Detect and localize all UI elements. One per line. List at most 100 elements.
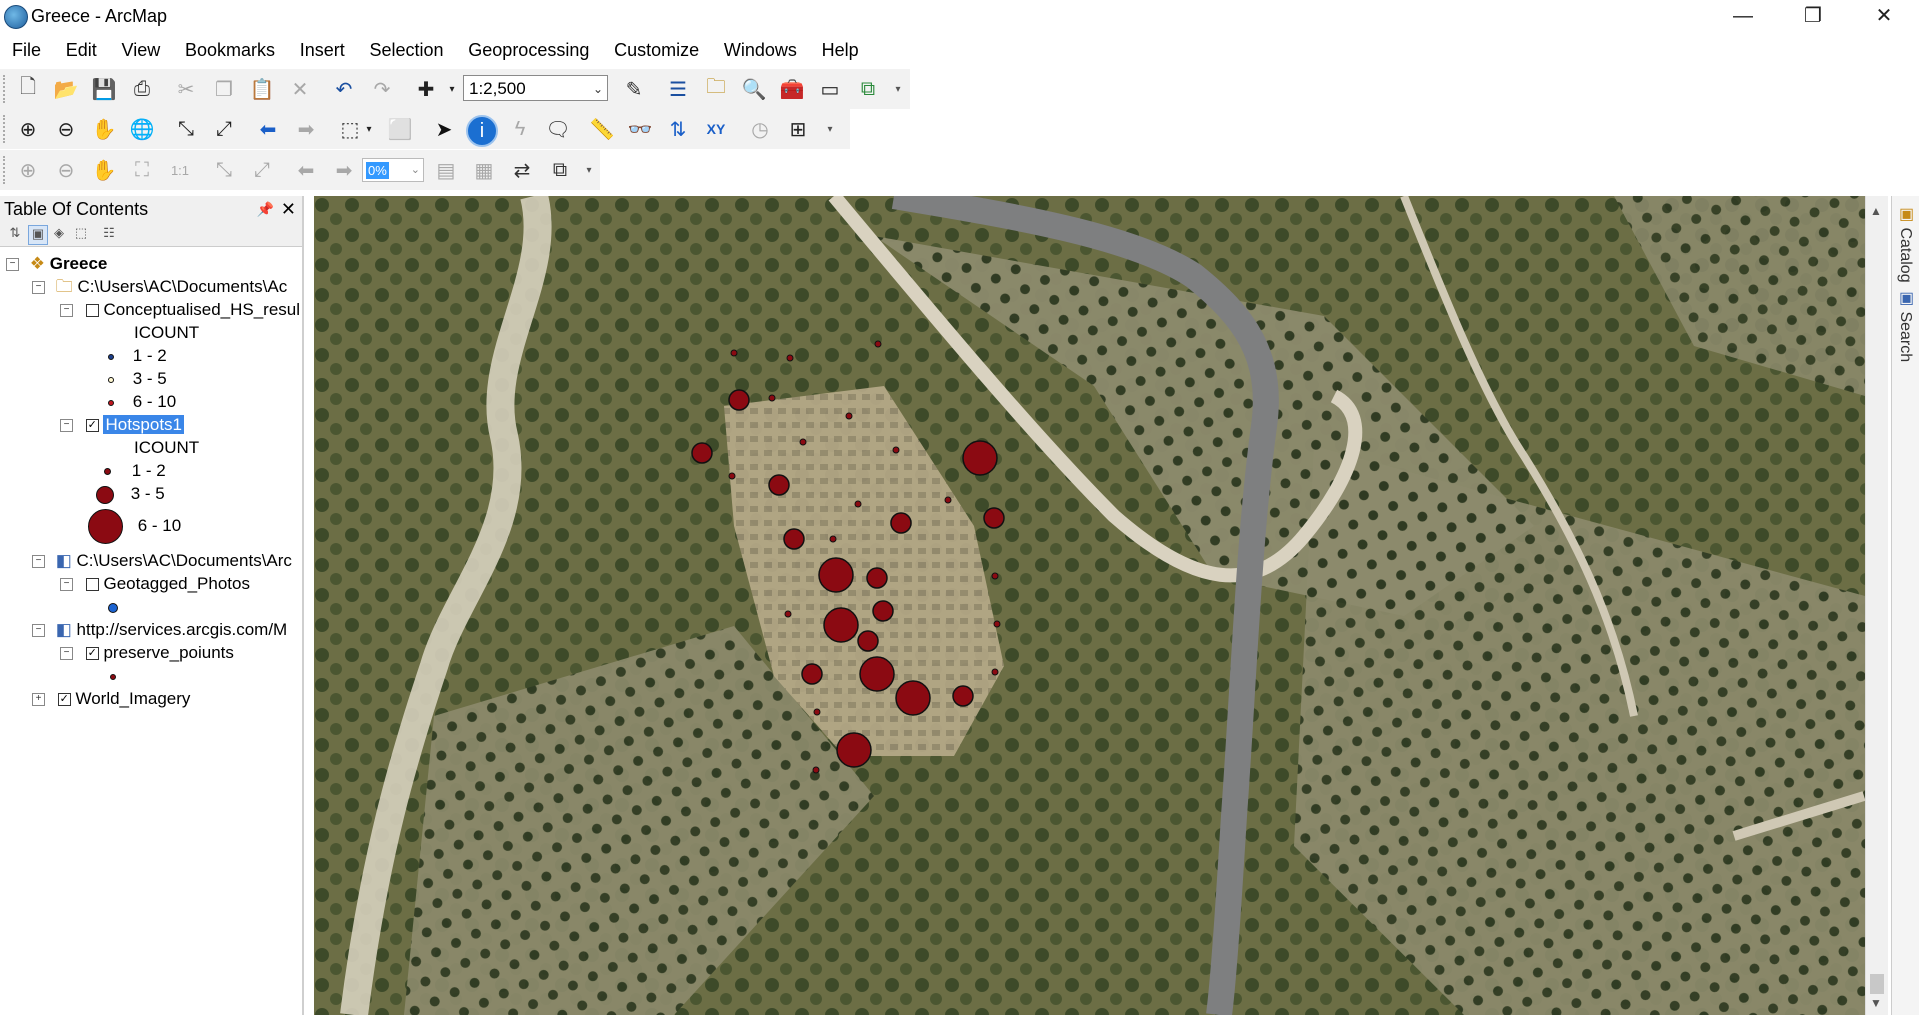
collapse-icon[interactable]: − [60,647,73,661]
legend-symbol[interactable] [108,376,114,383]
catalog-tab[interactable]: ▣ Catalog [1896,204,1915,283]
zoom-whole-page-icon[interactable]: ⛶ [126,154,158,186]
print-icon[interactable]: ⎙ [126,73,158,105]
hotspot-point-medium[interactable] [866,567,888,589]
hotspot-point-medium[interactable] [857,630,879,652]
map-canvas[interactable] [314,196,1865,1015]
hotspot-point-small[interactable] [874,340,882,348]
toolbar-grip[interactable] [3,156,9,184]
python-window-icon[interactable]: ▭ [814,73,846,105]
toolbar-grip[interactable] [3,115,9,143]
hotspot-point-medium[interactable] [890,512,912,534]
search-window-icon[interactable]: 🔍 [738,73,770,105]
scroll-thumb[interactable] [1870,974,1884,994]
legend-symbol[interactable] [108,353,114,360]
zoom-out-icon[interactable]: ⊖ [50,113,82,145]
zoom-in-icon[interactable]: ⊕ [12,113,44,145]
close-button[interactable]: ✕ [1849,0,1919,34]
select-elements-pointer-icon[interactable]: ➤ [428,113,460,145]
layer-visibility-checkbox[interactable] [85,304,99,318]
change-layout-icon[interactable]: ⇄ [506,154,538,186]
hotspot-point-small[interactable] [786,354,794,362]
menu-selection[interactable]: Selection [357,36,451,61]
hyperlink-lightning-icon[interactable]: ϟ [504,113,536,145]
find-route-icon[interactable]: ⇅ [662,113,694,145]
toc-folder-2[interactable]: − ◧ C:\Users\AC\Documents\Arc [32,549,292,573]
collapse-icon[interactable]: − [60,304,73,318]
collapse-icon[interactable]: − [32,281,45,295]
hotspot-point-small[interactable] [991,572,999,580]
hotspot-point-small[interactable] [812,766,820,774]
next-extent-arrow-icon[interactable]: ➡ [290,113,322,145]
menu-file[interactable]: File [0,36,49,61]
hotspot-point-small[interactable] [944,496,952,504]
open-folder-icon[interactable]: 📂 [50,73,82,105]
toolbar-options-icon[interactable]: ▾ [890,73,906,105]
toc-layer-imagery[interactable]: + ✓ World_Imagery [32,687,190,711]
pin-icon[interactable]: 📌 [257,196,274,222]
collapse-icon[interactable]: − [32,555,45,569]
collapse-icon[interactable]: − [6,258,19,272]
hotspot-point-small[interactable] [768,394,776,402]
hotspot-point-small[interactable] [799,438,807,446]
toc-layer-conceptualised[interactable]: − Conceptualised_HS_resul [60,298,300,322]
hotspot-point-large[interactable] [823,607,859,643]
hotspot-point-small[interactable] [730,349,738,357]
menu-customize[interactable]: Customize [602,36,707,61]
menu-windows[interactable]: Windows [712,36,805,61]
hotspot-point-large[interactable] [859,656,895,692]
hotspot-point-large[interactable] [962,440,998,476]
paste-icon[interactable]: 📋 [246,73,278,105]
data-driven-pages-icon[interactable]: ⧉ [544,154,576,186]
list-by-drawing-order-icon[interactable]: ⇅ [6,225,24,243]
hotspot-point-medium[interactable] [983,507,1005,529]
layer-visibility-checkbox[interactable]: ✓ [85,419,99,433]
layout-fixed-zoom-in-icon[interactable]: ⤡ [208,154,240,186]
search-tab[interactable]: ▣ Search [1896,288,1915,362]
hotspot-point-small[interactable] [892,446,900,454]
legend-symbol[interactable] [108,399,114,406]
toc-dataframe-greece[interactable]: − ❖ Greece [6,252,107,276]
arctoolbox-icon[interactable]: 🧰 [776,73,808,105]
collapse-icon[interactable]: − [60,419,73,433]
toc-folder-1[interactable]: − 🗀 C:\Users\AC\Documents\Ac [32,275,287,299]
hotspot-point-small[interactable] [829,535,837,543]
layer-visibility-checkbox[interactable] [85,578,99,592]
menu-geoprocessing[interactable]: Geoprocessing [456,36,597,61]
catalog-window-icon[interactable]: 🗀 [700,73,732,105]
toc-service[interactable]: − ◧ http://services.arcgis.com/M [32,618,287,642]
redo-icon[interactable]: ↷ [366,73,398,105]
select-dropdown-icon[interactable]: ▾ [362,113,376,145]
collapse-icon[interactable]: − [32,624,45,638]
cut-icon[interactable]: ✂ [170,73,202,105]
close-icon[interactable]: ✕ [281,196,296,222]
hotspot-point-small[interactable] [993,620,1001,628]
editor-toolbar-icon[interactable]: ✎ [618,73,650,105]
layer-visibility-checkbox[interactable]: ✓ [85,647,99,661]
find-binoculars-icon[interactable]: 👓 [624,113,656,145]
hotspot-point-medium[interactable] [801,663,823,685]
list-by-source-icon[interactable]: ▣ [28,225,48,245]
layout-forward-icon[interactable]: ➡ [328,154,360,186]
legend-symbol[interactable] [110,673,116,680]
clear-selection-icon[interactable]: ⬜ [384,113,416,145]
zoom-100-percent-icon[interactable]: 1:1 [164,154,196,186]
hotspot-point-medium[interactable] [728,389,750,411]
layout-pan-icon[interactable]: ✋ [88,154,120,186]
hotspot-point-small[interactable] [845,412,853,420]
layout-back-icon[interactable]: ⬅ [290,154,322,186]
layout-zoom-percent-combo[interactable]: 0% ⌄ [362,158,424,182]
map-scale-combo[interactable]: 1:2,500 ⌄ [463,75,608,101]
hotspot-point-large[interactable] [836,732,872,768]
hotspot-point-small[interactable] [813,708,821,716]
map-vertical-scrollbar[interactable]: ▲ ▼ [1865,196,1888,1015]
minimize-button[interactable]: — [1708,0,1778,34]
toolbar-grip[interactable] [3,75,9,103]
toc-layer-geotagged[interactable]: − Geotagged_Photos [60,572,250,596]
html-popup-icon[interactable]: 🗨 [542,113,574,145]
delete-icon[interactable]: ✕ [284,73,316,105]
go-to-xy-icon[interactable]: XY [700,113,732,145]
copy-icon[interactable]: ❐ [208,73,240,105]
collapse-icon[interactable]: − [60,578,73,592]
legend-symbol[interactable] [88,509,123,545]
